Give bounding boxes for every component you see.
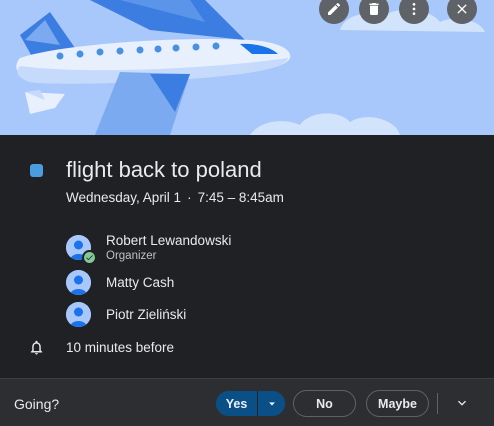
guest-name: Piotr Zieliński <box>106 307 187 322</box>
rsvp-yes-dropdown[interactable] <box>257 391 285 416</box>
pencil-icon <box>328 2 341 15</box>
event-date: Wednesday, April 1 <box>66 190 182 205</box>
datetime-separator: · <box>187 190 192 205</box>
rsvp-bar: Going? Yes No Maybe <box>0 378 494 426</box>
rsvp-maybe-button[interactable]: Maybe <box>366 390 429 417</box>
event-title: flight back to poland <box>66 157 262 182</box>
event-color-indicator <box>30 164 43 177</box>
event-datetime: Wednesday, April 1 · 7:45 – 8:45am <box>66 190 284 205</box>
expand-options-button[interactable] <box>450 391 474 415</box>
guest-name: Matty Cash <box>106 275 175 290</box>
person-icon <box>66 302 91 327</box>
chevron-down-icon <box>458 400 466 406</box>
rsvp-yes-button[interactable]: Yes <box>216 391 257 416</box>
guest-row[interactable]: Piotr Zieliński <box>66 302 186 327</box>
avatar <box>66 235 97 265</box>
reminder-text: 10 minutes before <box>66 340 175 355</box>
close-icon <box>457 4 467 14</box>
rsvp-yes-group: Yes <box>216 391 285 416</box>
guest-role: Organizer <box>106 250 157 262</box>
bell-icon <box>30 340 43 355</box>
avatar <box>66 302 91 327</box>
avatar <box>66 270 91 295</box>
caret-down-icon <box>268 401 275 406</box>
guest-row[interactable]: Robert Lewandowski Organizer <box>66 233 232 265</box>
person-icon <box>66 270 91 295</box>
rsvp-no-button[interactable]: No <box>293 390 356 417</box>
event-time: 7:45 – 8:45am <box>197 190 284 205</box>
accepted-check-icon <box>82 250 97 265</box>
reminder-row: 10 minutes before <box>28 339 174 356</box>
trash-icon <box>369 3 379 15</box>
more-vert-icon <box>412 3 416 15</box>
rsvp-prompt: Going? <box>14 396 60 412</box>
guest-name: Robert Lewandowski <box>106 233 232 248</box>
guest-row[interactable]: Matty Cash <box>66 270 174 295</box>
divider <box>437 393 438 414</box>
